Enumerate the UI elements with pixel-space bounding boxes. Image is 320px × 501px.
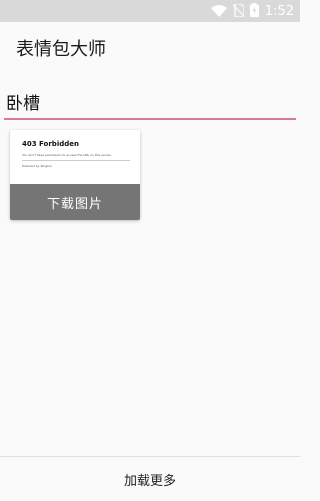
- result-card[interactable]: 403 Forbidden You don't have permission …: [10, 130, 140, 220]
- thumbnail-title: 403 Forbidden: [22, 140, 79, 148]
- page-title: 表情包大师: [16, 39, 106, 60]
- search-field[interactable]: [4, 84, 296, 120]
- wifi-icon: [210, 2, 227, 21]
- search-input[interactable]: [4, 91, 296, 111]
- bottom-bar: 加载更多: [0, 456, 300, 501]
- status-time: 1:52: [264, 3, 294, 19]
- result-thumbnail[interactable]: 403 Forbidden You don't have permission …: [10, 130, 140, 184]
- no-sim-icon: [232, 2, 245, 21]
- thumbnail-body-text: You don't have permission to access the …: [22, 153, 130, 161]
- results-grid: 403 Forbidden You don't have permission …: [0, 120, 300, 230]
- download-image-button[interactable]: 下载图片: [10, 184, 140, 220]
- app-bar: 表情包大师: [0, 22, 300, 74]
- thumbnail-footer-text: Powered by Tengine: [22, 164, 52, 168]
- status-bar: 1:52: [0, 0, 300, 22]
- load-more-button[interactable]: 加载更多: [124, 470, 176, 489]
- battery-charging-icon: [249, 2, 259, 21]
